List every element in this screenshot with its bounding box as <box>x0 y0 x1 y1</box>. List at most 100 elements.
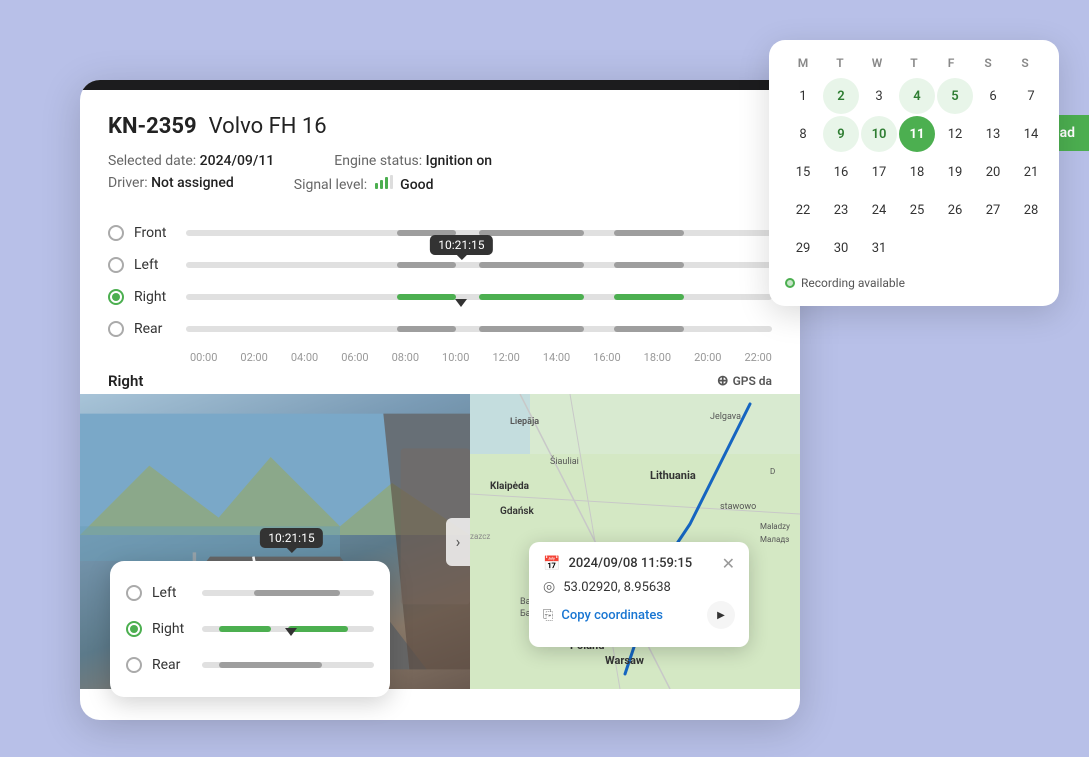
play-button[interactable]: ▶ <box>707 601 735 629</box>
svg-text:Lithuania: Lithuania <box>650 469 696 482</box>
engine-value: Ignition on <box>426 153 492 169</box>
signal-value: Good <box>400 177 433 193</box>
current-camera-label: Right <box>108 372 143 390</box>
calendar-day-9[interactable]: 9 <box>823 116 859 152</box>
radio-rear[interactable] <box>108 321 124 337</box>
driver-info: Driver: Not assigned <box>108 175 234 193</box>
radio-front[interactable] <box>108 225 124 241</box>
calendar-day-4[interactable]: 4 <box>899 78 935 114</box>
calendar-day-5[interactable]: 5 <box>937 78 973 114</box>
meta-row: Selected date: 2024/09/11 Engine status:… <box>108 153 772 169</box>
radio-left[interactable] <box>108 257 124 273</box>
camera-label-right: Right <box>134 289 186 305</box>
calendar-day-30[interactable]: 30 <box>823 230 859 266</box>
calendar-day-16[interactable]: 16 <box>823 154 859 190</box>
svg-text:Маладз: Маладз <box>760 535 789 544</box>
mini-track-left[interactable]: 10:21:15 <box>202 588 374 598</box>
camera-row-rear[interactable]: Rear <box>108 313 772 345</box>
signal-label: Signal level: <box>294 177 367 193</box>
mini-radio-left[interactable] <box>126 585 142 601</box>
mini-row-right[interactable]: Right <box>126 611 374 647</box>
gps-coords-row: ◎ 53.02920, 8.95638 <box>543 579 735 595</box>
engine-label: Engine status: <box>334 153 422 169</box>
legend-dot <box>785 278 795 288</box>
calendar-day-18[interactable]: 18 <box>899 154 935 190</box>
calendar-day-7[interactable]: 7 <box>1013 78 1049 114</box>
svg-text:Klaipėda: Klaipėda <box>490 481 530 492</box>
calendar-day-21[interactable]: 21 <box>1013 154 1049 190</box>
location-icon: ◎ <box>543 579 555 595</box>
selected-date-label: Selected date: <box>108 153 196 169</box>
calendar-legend: Recording available <box>785 276 1043 290</box>
mini-label-rear: Rear <box>152 657 202 673</box>
gps-label: ⊕ GPS da <box>717 373 772 389</box>
calendar-day-22[interactable]: 22 <box>785 192 821 228</box>
calendar-day-14[interactable]: 14 <box>1013 116 1049 152</box>
selected-date-value: 2024/09/11 <box>200 153 275 169</box>
calendar-card: M T W T F S S 12345678910111213141516171… <box>769 40 1059 306</box>
tooltip-text: 10:21:15 <box>430 235 492 255</box>
timeline-track-right[interactable]: 10:21:15 <box>186 291 772 303</box>
svg-text:Liepāja: Liepāja <box>510 417 539 427</box>
timeline-track-left[interactable] <box>186 259 772 271</box>
calendar-day-23[interactable]: 23 <box>823 192 859 228</box>
calendar-day-17[interactable]: 17 <box>861 154 897 190</box>
svg-text:Šiauliai: Šiauliai <box>550 455 579 467</box>
calendar-day-25[interactable]: 25 <box>899 192 935 228</box>
mini-track-right[interactable] <box>202 624 374 634</box>
svg-text:Warsaw: Warsaw <box>605 654 644 667</box>
calendar-header: M T W T F S S <box>785 56 1043 70</box>
vehicle-title: KN-2359 Volvo FH 16 <box>108 114 772 139</box>
radio-right[interactable] <box>108 289 124 305</box>
mini-playhead[interactable] <box>285 628 297 636</box>
calendar-day-28[interactable]: 28 <box>1013 192 1049 228</box>
calendar-day-3[interactable]: 3 <box>861 78 897 114</box>
mini-radio-right[interactable] <box>126 621 142 637</box>
calendar-day-8[interactable]: 8 <box>785 116 821 152</box>
calendar-day-10[interactable]: 10 <box>861 116 897 152</box>
calendar-grid: 1234567891011121314151617181920212223242… <box>785 78 1043 266</box>
vehicle-id: KN-2359 <box>108 114 197 139</box>
gps-popup: 📅 2024/09/08 11:59:15 ✕ ◎ 53.02920, 8.95… <box>529 542 749 647</box>
mini-label-right: Right <box>152 621 202 637</box>
copy-coordinates-button[interactable]: Copy coordinates <box>561 608 663 623</box>
gps-datetime: 2024/09/08 11:59:15 <box>568 556 692 571</box>
calendar-day-19[interactable]: 19 <box>937 154 973 190</box>
slide-indicator[interactable]: › <box>446 518 470 566</box>
meta-row-2: Driver: Not assigned Signal level: Good <box>108 175 772 193</box>
card-header: KN-2359 Volvo FH 16 Selected date: 2024/… <box>80 90 800 193</box>
calendar-day-13[interactable]: 13 <box>975 116 1011 152</box>
svg-text:Maladzy: Maladzy <box>760 522 790 531</box>
calendar-day-1[interactable]: 1 <box>785 78 821 114</box>
calendar-day-11[interactable]: 11 <box>899 116 935 152</box>
calendar-day-29[interactable]: 29 <box>785 230 821 266</box>
calendar-day-2[interactable]: 2 <box>823 78 859 114</box>
calendar-icon: 📅 <box>543 556 560 572</box>
timeline-track-rear[interactable] <box>186 323 772 335</box>
calendar-day-6[interactable]: 6 <box>975 78 1011 114</box>
svg-text:Jelgava: Jelgava <box>710 412 741 422</box>
calendar-day-12[interactable]: 12 <box>937 116 973 152</box>
camera-label-front: Front <box>134 225 186 241</box>
playhead[interactable] <box>455 299 467 307</box>
calendar-day-20[interactable]: 20 <box>975 154 1011 190</box>
gps-close-button[interactable]: ✕ <box>722 554 735 573</box>
mini-tooltip-text: 10:21:15 <box>260 528 322 548</box>
calendar-day-27[interactable]: 27 <box>975 192 1011 228</box>
mini-row-rear[interactable]: Rear <box>126 647 374 683</box>
mini-radio-rear[interactable] <box>126 657 142 673</box>
calendar-day-26[interactable]: 26 <box>937 192 973 228</box>
svg-text:zazcz: zazcz <box>470 532 490 541</box>
legend-label: Recording available <box>801 276 905 290</box>
mini-track-rear[interactable] <box>202 660 374 670</box>
vehicle-name: Volvo FH 16 <box>209 114 327 139</box>
calendar-day-31[interactable]: 31 <box>861 230 897 266</box>
mini-panel: Left 10:21:15 Right Rear <box>110 561 390 697</box>
copy-icon: ⎘ <box>543 608 553 623</box>
calendar-day-24[interactable]: 24 <box>861 192 897 228</box>
calendar-day-15[interactable]: 15 <box>785 154 821 190</box>
camera-row-right[interactable]: Right 10:21:15 <box>108 281 772 313</box>
gps-actions-row[interactable]: ⎘ Copy coordinates ▶ <box>543 601 735 629</box>
mini-row-left[interactable]: Left 10:21:15 <box>126 575 374 611</box>
selected-date: Selected date: 2024/09/11 <box>108 153 274 169</box>
